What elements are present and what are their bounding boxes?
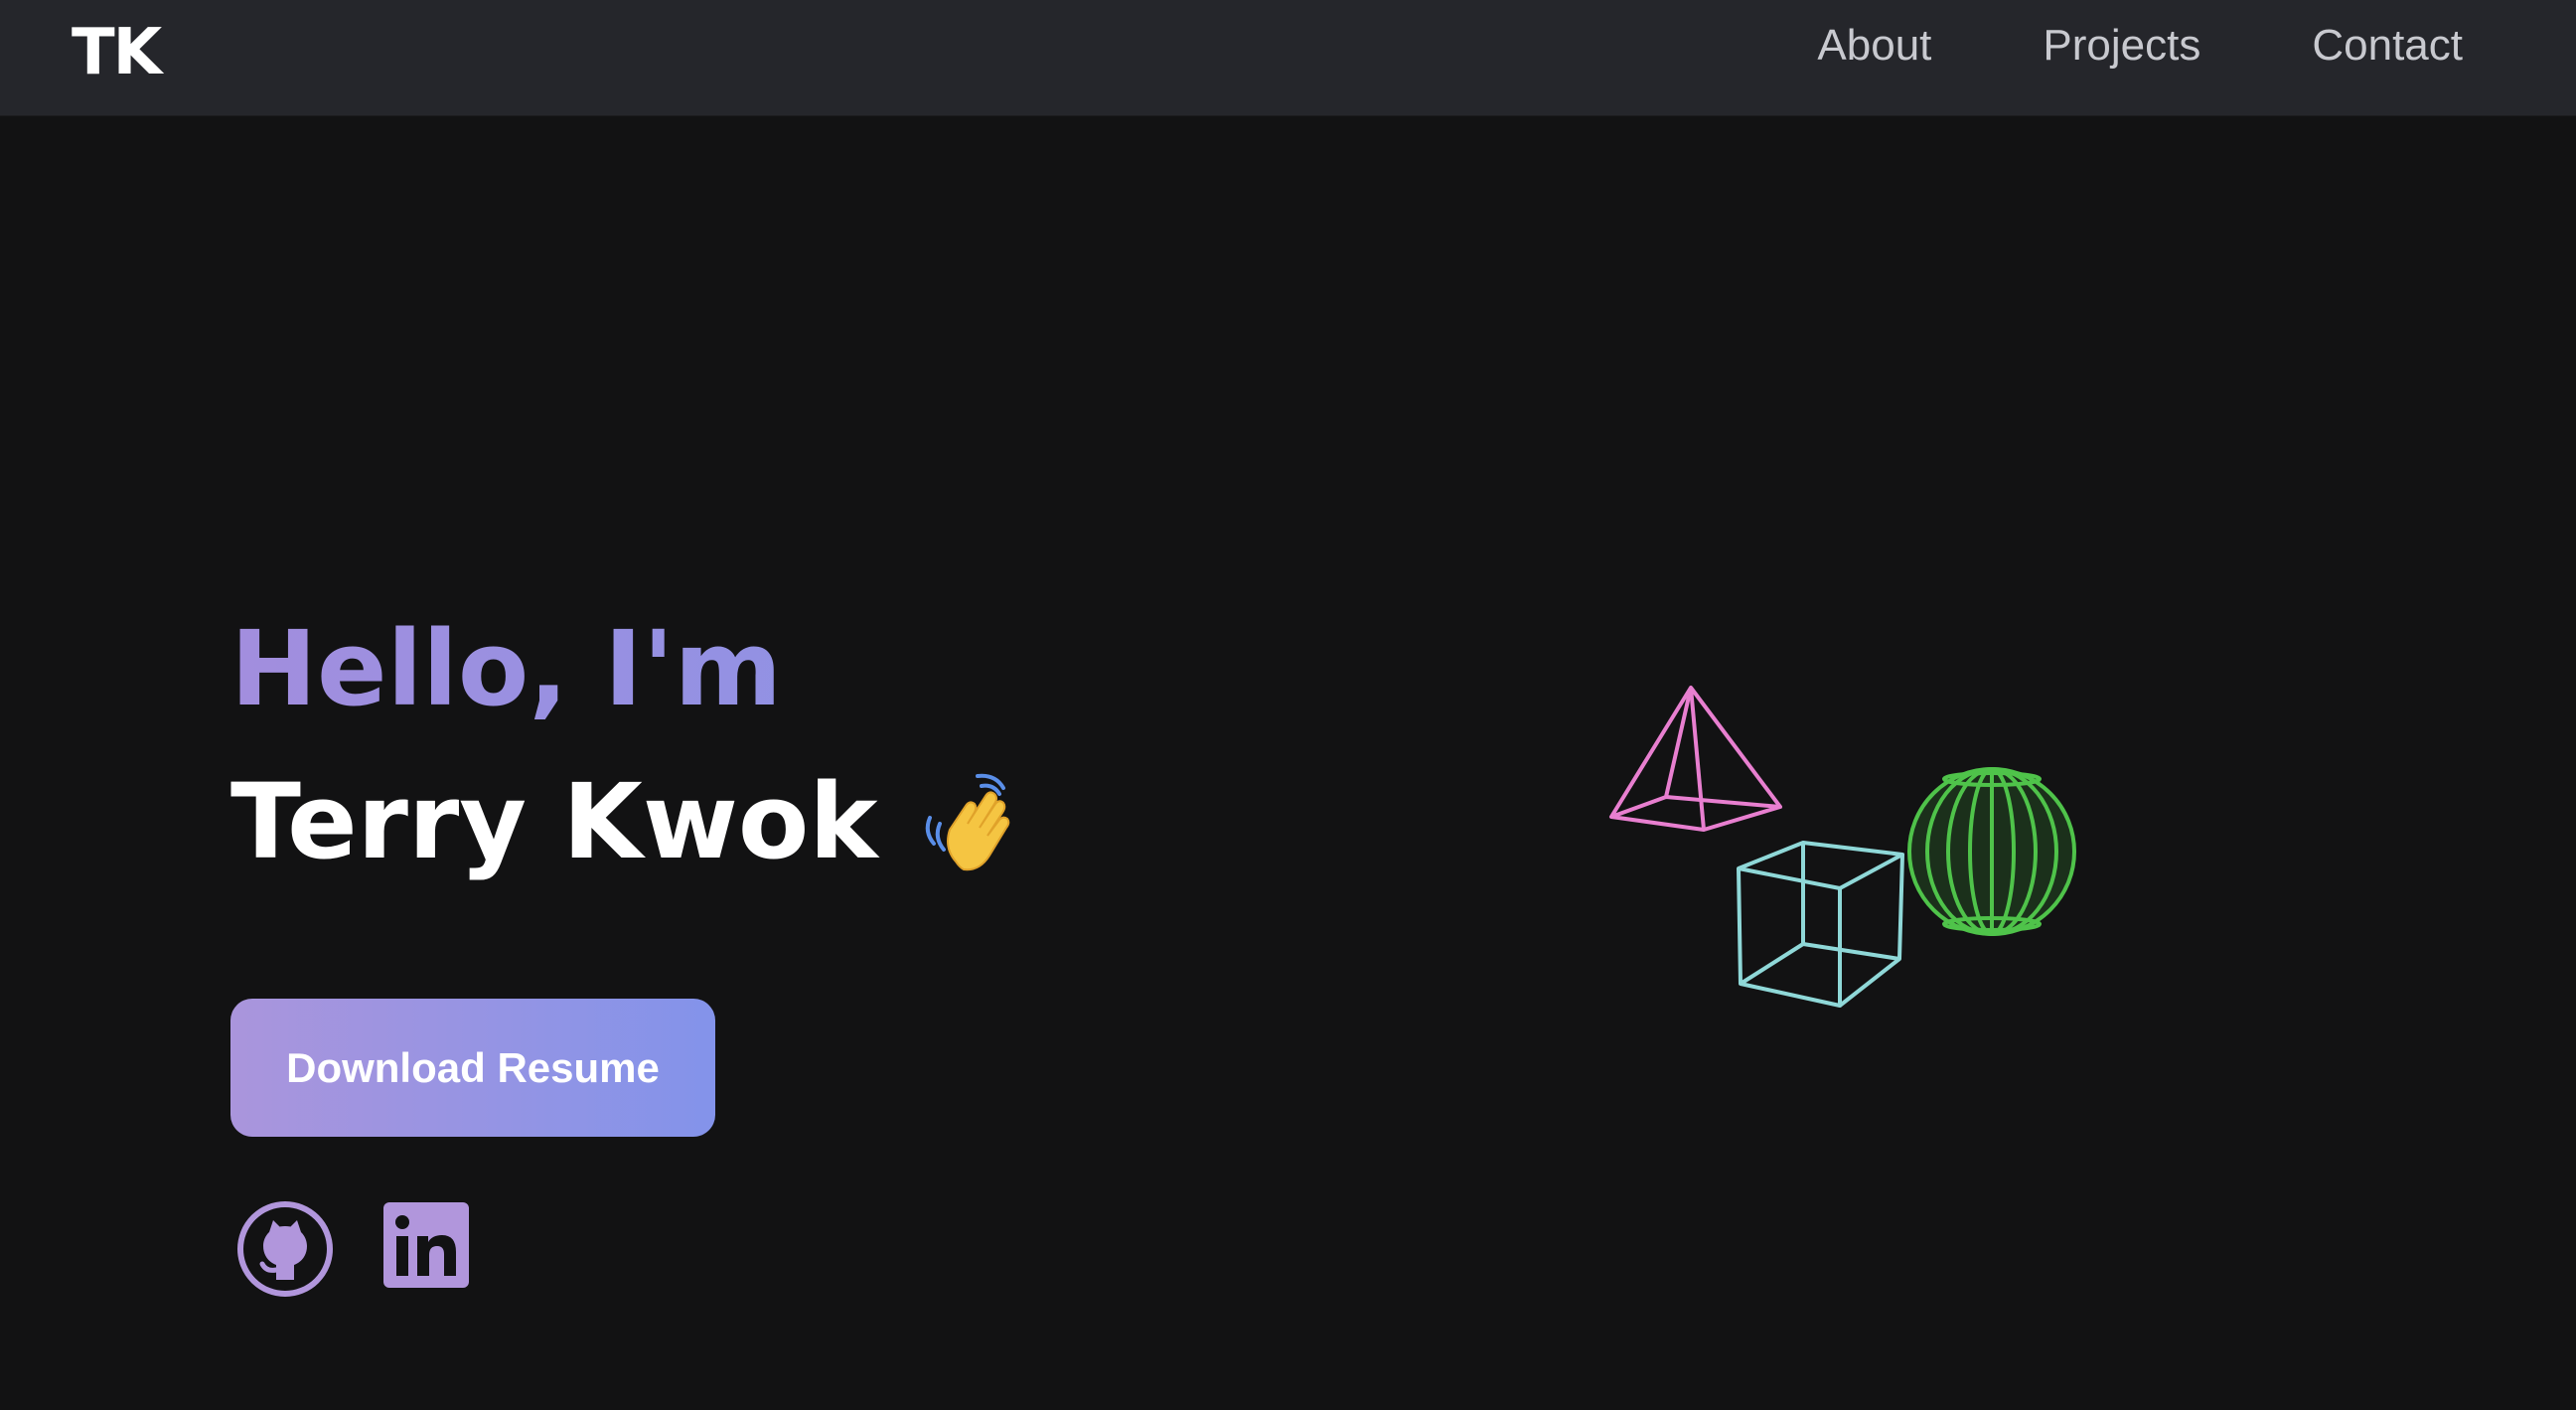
download-resume-button[interactable]: Download Resume — [230, 999, 715, 1137]
site-logo[interactable]: TK — [72, 16, 162, 89]
linkedin-icon[interactable] — [381, 1200, 471, 1290]
navbar: TK About Projects Contact — [0, 0, 2576, 115]
3d-shapes-scene — [1609, 686, 2076, 1008]
nav-links: About Projects Contact — [1817, 20, 2463, 72]
pyramid-shape — [1609, 686, 1782, 832]
nav-link-contact[interactable]: Contact — [2312, 20, 2463, 72]
hero-name: Terry Kwok — [230, 761, 878, 882]
hero-greeting: Hello, I'm — [230, 596, 1035, 741]
sphere-shape — [1907, 767, 2076, 936]
hero-intro: Hello, I'm Terry Kwok — [230, 596, 1035, 894]
nav-link-projects[interactable]: Projects — [2043, 20, 2200, 72]
nav-link-about[interactable]: About — [1817, 20, 1931, 72]
github-icon[interactable] — [236, 1200, 334, 1298]
cube-shape — [1737, 841, 1904, 1008]
waving-hand-icon — [925, 773, 1009, 871]
hero-name-line: Terry Kwok — [230, 749, 1035, 894]
